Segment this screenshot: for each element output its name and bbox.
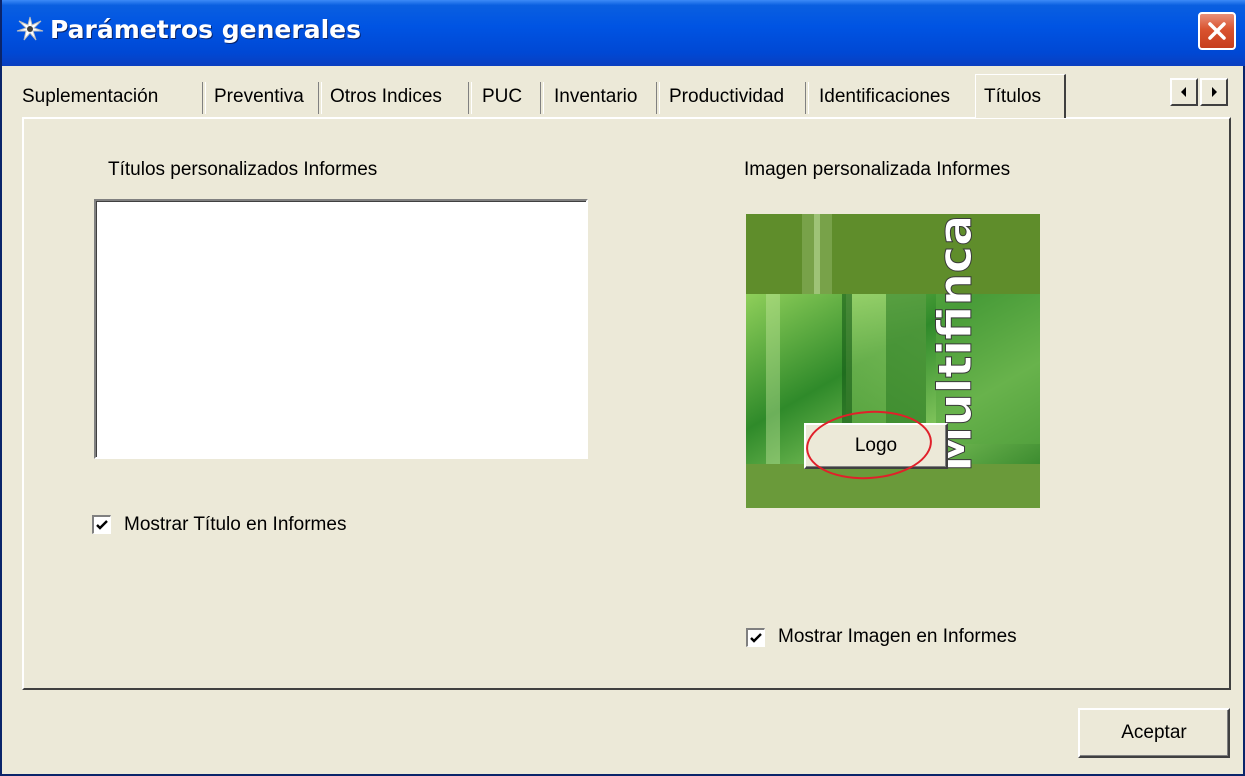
- app-star-icon: [16, 16, 44, 42]
- tab-productividad[interactable]: Productividad: [669, 78, 809, 116]
- tab-preventiva[interactable]: Preventiva: [214, 78, 322, 116]
- title-bar[interactable]: Parámetros generales: [2, 0, 1245, 66]
- checkmark-icon: [750, 633, 762, 643]
- tab-puc[interactable]: PUC: [482, 78, 544, 116]
- tab-label: Productividad: [669, 86, 785, 107]
- show-image-checkbox[interactable]: [746, 628, 765, 647]
- tab-label: Títulos: [984, 86, 1042, 107]
- arrow-right-icon: [1212, 87, 1217, 97]
- tab-label: PUC: [482, 86, 523, 107]
- tab-titulos[interactable]: Títulos: [975, 74, 1066, 118]
- show-image-label[interactable]: Mostrar Imagen en Informes: [778, 626, 1017, 648]
- logo-button-label: Logo: [854, 435, 898, 456]
- tab-label: Preventiva: [214, 86, 304, 107]
- tab-label: Suplementación: [22, 86, 159, 107]
- checkmark-icon: [96, 520, 108, 530]
- tab-label: Identificaciones: [819, 86, 950, 107]
- tab-suplementacion[interactable]: Suplementación: [22, 78, 206, 116]
- tab-scroll-right-button[interactable]: [1200, 78, 1228, 106]
- image-section-label: Imagen personalizada Informes: [744, 159, 1011, 180]
- accept-button[interactable]: Aceptar: [1078, 708, 1230, 758]
- logo-button[interactable]: Logo: [804, 423, 948, 469]
- tab-strip: Suplementación Preventiva Otros Indices …: [22, 74, 1232, 118]
- tab-scroll-buttons: [1170, 78, 1232, 108]
- tab-scroll-left-button[interactable]: [1170, 78, 1198, 106]
- arrow-left-icon: [1181, 87, 1186, 97]
- show-title-label[interactable]: Mostrar Título en Informes: [124, 514, 346, 536]
- show-title-checkbox[interactable]: [92, 515, 111, 534]
- dialog-window: Parámetros generales Suplementación Prev…: [0, 0, 1245, 776]
- tab-inventario[interactable]: Inventario: [554, 78, 660, 116]
- tab-panel-titulos: Títulos personalizados Informes Mostrar …: [22, 117, 1231, 690]
- titles-section-label: Títulos personalizados Informes: [108, 159, 378, 180]
- tab-otros-indices[interactable]: Otros Indices: [330, 78, 472, 116]
- close-button[interactable]: [1198, 12, 1236, 50]
- custom-titles-textarea[interactable]: [94, 199, 588, 459]
- window-title: Parámetros generales: [50, 15, 361, 44]
- tab-identificaciones[interactable]: Identificaciones: [819, 78, 977, 116]
- accept-button-label: Aceptar: [1121, 722, 1187, 743]
- tab-label: Inventario: [554, 86, 638, 107]
- close-icon: [1208, 22, 1226, 40]
- tab-label: Otros Indices: [330, 86, 442, 107]
